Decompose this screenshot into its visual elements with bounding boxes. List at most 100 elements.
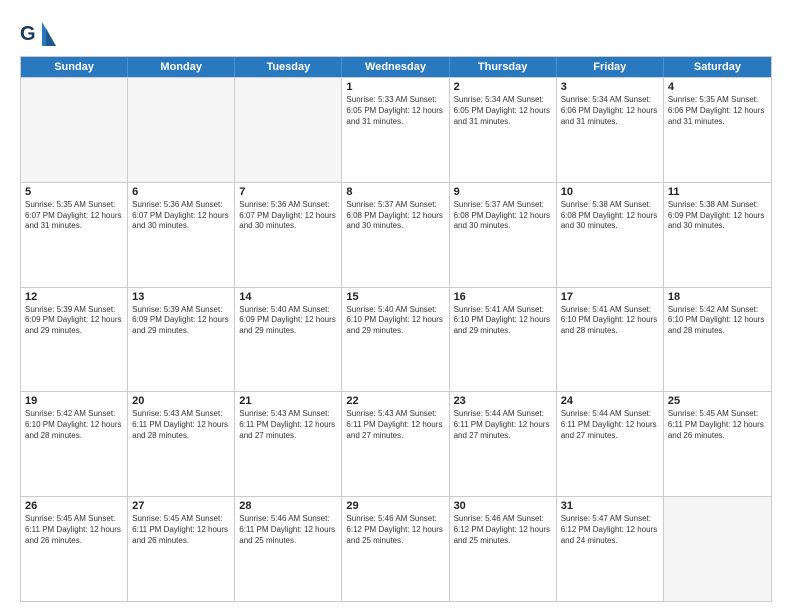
day-cell-14: 14 Sunrise: 5:40 AM Sunset: 6:09 PM Dayli… — [235, 288, 342, 392]
day-cell-6: 6 Sunrise: 5:36 AM Sunset: 6:07 PM Daylig… — [128, 183, 235, 287]
day-cell-4: 4 Sunrise: 5:35 AM Sunset: 6:06 PM Daylig… — [664, 78, 771, 182]
day-info: Sunrise: 5:41 AM Sunset: 6:10 PM Dayligh… — [454, 305, 552, 337]
day-cell-28: 28 Sunrise: 5:46 AM Sunset: 6:11 PM Dayli… — [235, 497, 342, 601]
day-cell-12: 12Sunrise: 5:39 AM Sunset: 6:09 PM Dayli… — [21, 288, 128, 392]
day-number: 7 — [239, 186, 337, 198]
day-number: 6 — [132, 186, 230, 198]
day-cell-21: 21 Sunrise: 5:43 AM Sunset: 6:11 PM Dayli… — [235, 392, 342, 496]
day-cell-24: 24 Sunrise: 5:44 AM Sunset: 6:11 PM Dayli… — [557, 392, 664, 496]
day-info: Sunrise: 5:36 AM Sunset: 6:07 PM Dayligh… — [239, 200, 337, 232]
day-info: Sunrise: 5:45 AM Sunset: 6:11 PM Dayligh… — [668, 409, 767, 441]
weekday-header-thursday: Thursday — [450, 57, 557, 77]
day-number: 20 — [132, 395, 230, 407]
calendar-body: 1 Sunrise: 5:33 AM Sunset: 6:05 PM Daylig… — [21, 77, 771, 601]
calendar-week-2: 5Sunrise: 5:35 AM Sunset: 6:07 PM Daylig… — [21, 182, 771, 287]
day-number: 22 — [346, 395, 444, 407]
day-number: 9 — [454, 186, 552, 198]
day-number: 19 — [25, 395, 123, 407]
day-number: 23 — [454, 395, 552, 407]
weekday-header-tuesday: Tuesday — [235, 57, 342, 77]
day-number: 5 — [25, 186, 123, 198]
day-number: 3 — [561, 81, 659, 93]
day-info: Sunrise: 5:34 AM Sunset: 6:05 PM Dayligh… — [454, 95, 552, 127]
weekday-header-saturday: Saturday — [664, 57, 771, 77]
day-info: Sunrise: 5:42 AM Sunset: 6:10 PM Dayligh… — [25, 409, 123, 441]
day-info: Sunrise: 5:42 AM Sunset: 6:10 PM Dayligh… — [668, 305, 767, 337]
day-number: 26 — [25, 500, 123, 512]
day-number: 8 — [346, 186, 444, 198]
day-info: Sunrise: 5:44 AM Sunset: 6:11 PM Dayligh… — [454, 409, 552, 441]
calendar-header-row: SundayMondayTuesdayWednesdayThursdayFrid… — [21, 57, 771, 77]
empty-cell — [21, 78, 128, 182]
day-info: Sunrise: 5:40 AM Sunset: 6:10 PM Dayligh… — [346, 305, 444, 337]
day-cell-31: 31Sunrise: 5:47 AM Sunset: 6:12 PM Dayli… — [557, 497, 664, 601]
day-cell-3: 3Sunrise: 5:34 AM Sunset: 6:06 PM Daylig… — [557, 78, 664, 182]
calendar: SundayMondayTuesdayWednesdayThursdayFrid… — [20, 56, 772, 602]
day-number: 28 — [239, 500, 337, 512]
day-info: Sunrise: 5:38 AM Sunset: 6:08 PM Dayligh… — [561, 200, 659, 232]
day-cell-11: 11Sunrise: 5:38 AM Sunset: 6:09 PM Dayli… — [664, 183, 771, 287]
day-number: 27 — [132, 500, 230, 512]
day-info: Sunrise: 5:46 AM Sunset: 6:11 PM Dayligh… — [239, 514, 337, 546]
day-info: Sunrise: 5:41 AM Sunset: 6:10 PM Dayligh… — [561, 305, 659, 337]
logo-icon: G — [20, 18, 56, 48]
calendar-week-5: 26 Sunrise: 5:45 AM Sunset: 6:11 PM Dayli… — [21, 496, 771, 601]
day-cell-23: 23 Sunrise: 5:44 AM Sunset: 6:11 PM Dayli… — [450, 392, 557, 496]
calendar-week-3: 12 Sunrise: 5:39 AM Sunset: 6:09 PM Dayli… — [21, 287, 771, 392]
day-info: Sunrise: 5:45 AM Sunset: 6:11 PM Dayligh… — [25, 514, 123, 546]
day-cell-22: 22 Sunrise: 5:43 AM Sunset: 6:11 PM Dayli… — [342, 392, 449, 496]
day-number: 15 — [346, 291, 444, 303]
day-cell-5: 5Sunrise: 5:35 AM Sunset: 6:07 PM Daylig… — [21, 183, 128, 287]
day-info: Sunrise: 5:40 AM Sunset: 6:09 PM Dayligh… — [239, 305, 337, 337]
day-number: 31 — [561, 500, 659, 512]
day-info: Sunrise: 5:38 AM Sunset: 6:09 PM Dayligh… — [668, 200, 767, 232]
day-number: 30 — [454, 500, 552, 512]
weekday-header-wednesday: Wednesday — [342, 57, 449, 77]
day-info: Sunrise: 5:39 AM Sunset: 6:09 PM Dayligh… — [132, 305, 230, 337]
day-number: 10 — [561, 186, 659, 198]
day-cell-15: 15 Sunrise: 5:40 AM Sunset: 6:10 PM Dayli… — [342, 288, 449, 392]
day-cell-13: 13Sunrise: 5:39 AM Sunset: 6:09 PM Dayli… — [128, 288, 235, 392]
day-number: 1 — [346, 81, 444, 93]
day-number: 24 — [561, 395, 659, 407]
day-cell-27: 27 Sunrise: 5:45 AM Sunset: 6:11 PM Dayli… — [128, 497, 235, 601]
calendar-week-1: 1 Sunrise: 5:33 AM Sunset: 6:05 PM Daylig… — [21, 77, 771, 182]
day-info: Sunrise: 5:46 AM Sunset: 6:12 PM Dayligh… — [346, 514, 444, 546]
day-info: Sunrise: 5:43 AM Sunset: 6:11 PM Dayligh… — [132, 409, 230, 441]
weekday-header-sunday: Sunday — [21, 57, 128, 77]
calendar-week-4: 19 Sunrise: 5:42 AM Sunset: 6:10 PM Dayli… — [21, 391, 771, 496]
day-cell-9: 9 Sunrise: 5:37 AM Sunset: 6:08 PM Daylig… — [450, 183, 557, 287]
empty-cell — [128, 78, 235, 182]
day-number: 2 — [454, 81, 552, 93]
day-cell-1: 1 Sunrise: 5:33 AM Sunset: 6:05 PM Daylig… — [342, 78, 449, 182]
day-cell-10: 10 Sunrise: 5:38 AM Sunset: 6:08 PM Dayli… — [557, 183, 664, 287]
day-info: Sunrise: 5:35 AM Sunset: 6:06 PM Dayligh… — [668, 95, 767, 127]
day-number: 4 — [668, 81, 767, 93]
day-cell-26: 26 Sunrise: 5:45 AM Sunset: 6:11 PM Dayli… — [21, 497, 128, 601]
day-number: 14 — [239, 291, 337, 303]
weekday-header-monday: Monday — [128, 57, 235, 77]
day-info: Sunrise: 5:45 AM Sunset: 6:11 PM Dayligh… — [132, 514, 230, 546]
day-cell-19: 19 Sunrise: 5:42 AM Sunset: 6:10 PM Dayli… — [21, 392, 128, 496]
day-cell-8: 8 Sunrise: 5:37 AM Sunset: 6:08 PM Daylig… — [342, 183, 449, 287]
day-number: 12 — [25, 291, 123, 303]
day-info: Sunrise: 5:33 AM Sunset: 6:05 PM Dayligh… — [346, 95, 444, 127]
day-info: Sunrise: 5:44 AM Sunset: 6:11 PM Dayligh… — [561, 409, 659, 441]
day-number: 16 — [454, 291, 552, 303]
svg-text:G: G — [20, 23, 36, 45]
day-number: 18 — [668, 291, 767, 303]
day-info: Sunrise: 5:43 AM Sunset: 6:11 PM Dayligh… — [239, 409, 337, 441]
day-info: Sunrise: 5:37 AM Sunset: 6:08 PM Dayligh… — [346, 200, 444, 232]
day-cell-25: 25Sunrise: 5:45 AM Sunset: 6:11 PM Dayli… — [664, 392, 771, 496]
day-cell-20: 20 Sunrise: 5:43 AM Sunset: 6:11 PM Dayli… — [128, 392, 235, 496]
logo: G — [20, 18, 60, 48]
day-number: 21 — [239, 395, 337, 407]
day-cell-29: 29 Sunrise: 5:46 AM Sunset: 6:12 PM Dayli… — [342, 497, 449, 601]
day-info: Sunrise: 5:43 AM Sunset: 6:11 PM Dayligh… — [346, 409, 444, 441]
day-info: Sunrise: 5:36 AM Sunset: 6:07 PM Dayligh… — [132, 200, 230, 232]
weekday-header-friday: Friday — [557, 57, 664, 77]
day-cell-30: 30Sunrise: 5:46 AM Sunset: 6:12 PM Dayli… — [450, 497, 557, 601]
day-number: 29 — [346, 500, 444, 512]
header: G — [20, 18, 772, 48]
day-info: Sunrise: 5:37 AM Sunset: 6:08 PM Dayligh… — [454, 200, 552, 232]
